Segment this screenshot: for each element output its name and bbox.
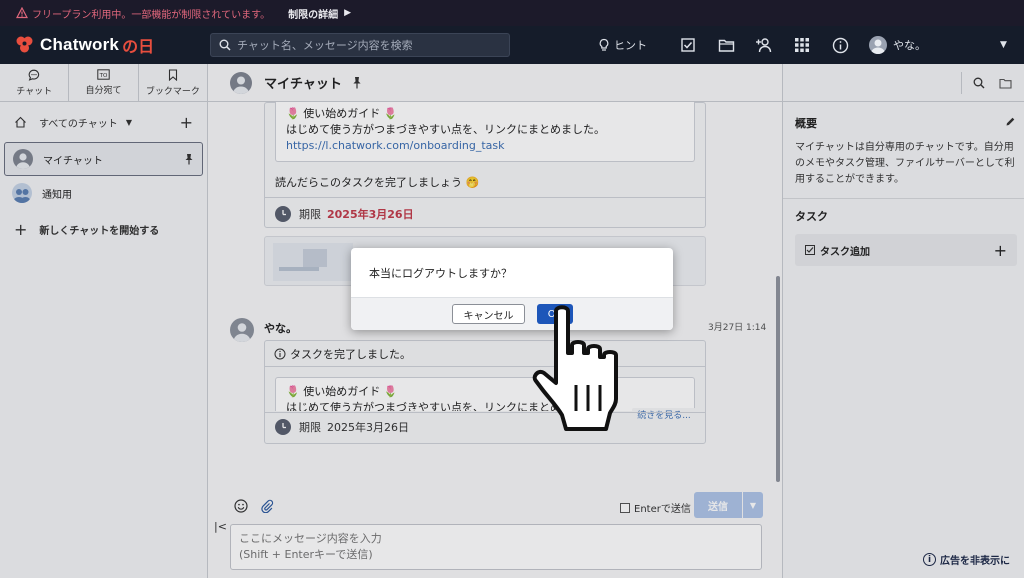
info-button[interactable] [821,26,859,64]
user-menu[interactable]: やな。 [869,36,926,54]
info-icon [832,37,848,53]
logo-wordmark: Chatwork [40,35,120,54]
plan-warning-text: フリープラン利用中。一部機能が制限されています。 [32,9,271,21]
logo-flower-icon [16,36,33,53]
folder-icon [718,39,734,52]
hand-cursor-icon [532,305,618,431]
hint-button[interactable]: ヒント [598,37,647,53]
checkbox-icon [681,38,695,52]
lightbulb-icon [599,38,609,51]
search-input[interactable] [237,38,497,52]
plan-warning-bar: フリープラン利用中。一部機能が制限されています。 制限の詳細 ▶ [0,0,1024,26]
file-button[interactable] [707,26,745,64]
logo-sub-mark: の日 [122,37,155,56]
warning-icon [16,7,28,19]
app-header: Chatwork の日 ヒント やな。 ▼ [0,26,1024,64]
apps-button[interactable] [783,26,821,64]
limit-detail-link[interactable]: 制限の詳細 ▶ [288,6,351,21]
user-avatar [869,36,887,54]
add-contact-button[interactable] [745,26,783,64]
caret-down-icon[interactable]: ▼ [1000,40,1007,50]
limit-detail-label: 制限の詳細 [288,9,339,21]
task-button[interactable] [669,26,707,64]
chatwork-logo[interactable]: Chatwork の日 [14,33,204,57]
dialog-message: 本当にログアウトしますか？ [369,266,512,280]
header-actions: ヒント やな。 [598,26,926,64]
cancel-button[interactable]: キャンセル [452,304,525,324]
user-name: やな。 [893,39,926,52]
grid-icon [795,38,809,52]
add-user-icon [756,38,772,53]
search-icon [219,39,231,51]
search-box[interactable] [210,33,510,57]
chevron-right-icon: ▶ [344,8,352,18]
hint-label: ヒント [614,39,647,52]
